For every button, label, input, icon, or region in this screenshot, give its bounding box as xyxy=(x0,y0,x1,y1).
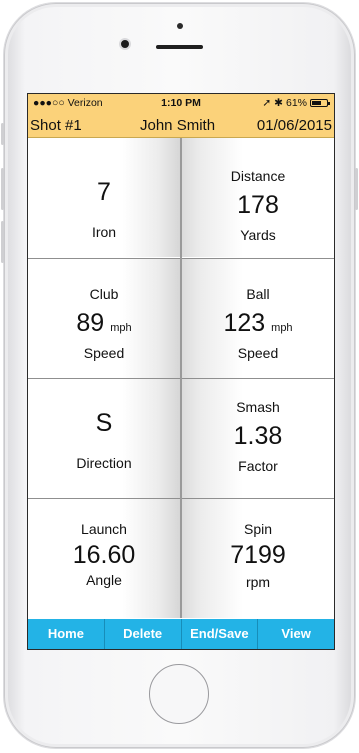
distance-title: Distance xyxy=(230,168,286,184)
launch-value: 16.60 xyxy=(72,541,136,569)
club-speed-title: Club xyxy=(89,286,119,302)
battery-percent: 61% xyxy=(285,97,307,109)
shot-date: 01/06/2015 xyxy=(256,117,332,134)
distance-value: 178 xyxy=(237,191,279,219)
volume-up-button xyxy=(1,168,4,210)
ball-speed-title: Ball xyxy=(246,286,270,302)
status-bar: ●●●○○ Verizon 1:10 PM ➚ ✱ 61% xyxy=(28,97,334,111)
direction-value: S xyxy=(95,409,113,437)
smash-value: 1.38 xyxy=(233,422,283,450)
spin-label: rpm xyxy=(245,574,271,590)
ball-speed-value-row: 123 mph xyxy=(182,309,334,338)
end-save-button[interactable]: End/Save xyxy=(182,619,259,649)
home-hardware-button[interactable] xyxy=(149,664,209,724)
column-divider xyxy=(180,138,182,618)
ball-speed-value: 123 xyxy=(223,309,266,337)
distance-unit: Yards xyxy=(240,227,276,243)
power-button xyxy=(355,168,358,210)
club-speed-value-row: 89 mph xyxy=(28,309,180,338)
location-icon: ➚ xyxy=(262,97,272,109)
app-header: ●●●○○ Verizon 1:10 PM ➚ ✱ 61% Shot #1 Jo… xyxy=(28,94,334,138)
ball-speed-label: Speed xyxy=(237,345,279,361)
spin-title: Spin xyxy=(243,521,273,537)
shot-info-bar: Shot #1 John Smith 01/06/2015 xyxy=(28,114,334,136)
spin-cell: Spin 7199 rpm xyxy=(182,499,334,618)
status-right: ➚ ✱ 61% xyxy=(262,97,330,109)
club-cell: 7 Iron xyxy=(28,138,180,257)
club-speed-unit: mph xyxy=(110,322,132,334)
home-button[interactable]: Home xyxy=(28,619,105,649)
club-speed-value: 89 xyxy=(76,309,105,337)
earpiece-speaker xyxy=(156,45,203,49)
ball-speed-cell: Ball 123 mph Speed xyxy=(182,259,334,378)
launch-cell: Launch 16.60 Angle xyxy=(28,499,180,618)
delete-button[interactable]: Delete xyxy=(105,619,182,649)
distance-cell: Distance 178 Yards xyxy=(182,138,334,257)
smash-title: Smash xyxy=(236,399,280,415)
front-camera xyxy=(121,40,129,48)
direction-cell: S Direction xyxy=(28,379,180,498)
direction-label: Direction xyxy=(76,455,132,471)
volume-down-button xyxy=(1,221,4,263)
smash-label: Factor xyxy=(238,458,278,474)
club-speed-cell: Club 89 mph Speed xyxy=(28,259,180,378)
view-button[interactable]: View xyxy=(258,619,334,649)
proximity-sensor xyxy=(177,23,183,29)
bluetooth-icon: ✱ xyxy=(274,97,283,109)
club-speed-label: Speed xyxy=(83,345,125,361)
battery-icon xyxy=(310,99,330,107)
bottom-toolbar: Home Delete End/Save View xyxy=(28,619,334,649)
club-type: Iron xyxy=(91,224,117,240)
smash-cell: Smash 1.38 Factor xyxy=(182,379,334,498)
club-number: 7 xyxy=(97,178,111,206)
spin-value: 7199 xyxy=(230,541,286,569)
app-screen: ●●●○○ Verizon 1:10 PM ➚ ✱ 61% Shot #1 Jo… xyxy=(27,93,335,650)
mute-switch xyxy=(1,123,4,145)
shot-number: Shot #1 xyxy=(30,117,82,134)
player-name: John Smith xyxy=(140,117,216,134)
launch-title: Launch xyxy=(81,521,127,537)
launch-label: Angle xyxy=(86,572,122,588)
metrics-grid: 7 Iron Distance 178 Yards Club 89 mph Spe… xyxy=(28,138,334,618)
ball-speed-unit: mph xyxy=(271,322,293,334)
